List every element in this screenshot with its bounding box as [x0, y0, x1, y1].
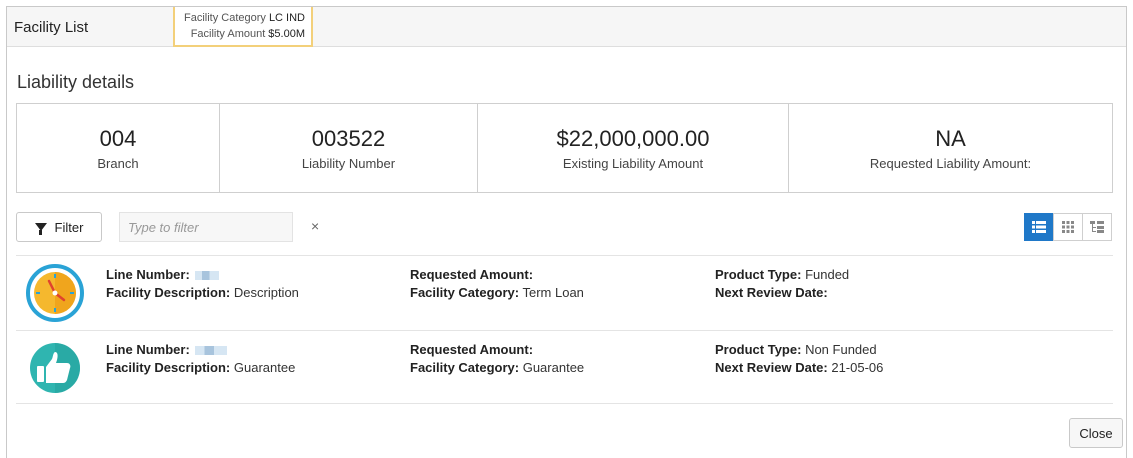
facility-description: Facility Description: Description: [106, 285, 299, 300]
summary-label: Branch: [97, 156, 139, 171]
facility-description-value: Description: [233, 285, 299, 300]
summary-label: Requested Liability Amount:: [869, 156, 1032, 171]
next-review-label: Next Review Date:: [715, 285, 828, 300]
line-number-label: Line Number:: [106, 267, 190, 282]
next-review-value: 21-05-06: [831, 360, 884, 375]
list-view-icon: [1032, 221, 1046, 233]
summary-value: NA: [935, 126, 966, 151]
clear-filter-icon[interactable]: ×: [311, 218, 319, 234]
facility-category-value: Guarantee: [522, 360, 585, 375]
view-toggle: [1024, 213, 1112, 241]
summary-requested-amount: NA Requested Liability Amount:: [789, 104, 1112, 192]
line-number-value-masked: [195, 346, 228, 356]
summary-label: Existing Liability Amount: [562, 156, 704, 171]
tooltip-category-row: Facility Category LC IND: [175, 10, 311, 26]
summary-value: 004: [99, 126, 137, 151]
filter-button[interactable]: Filter: [16, 212, 102, 242]
dialog-title: Facility List: [14, 19, 89, 36]
product-type: Product Type: Non Funded: [715, 342, 877, 357]
tooltip-category-label: Facility Category: [184, 12, 266, 24]
list-view-button[interactable]: [1024, 213, 1054, 241]
facility-list-dialog: Facility List Facility Category LC IND Fa…: [6, 6, 1127, 458]
facility-description-value: Guarantee: [233, 360, 296, 375]
summary-existing-amount: $22,000,000.00 Existing Liability Amount: [478, 104, 789, 192]
close-button[interactable]: Close: [1069, 418, 1123, 448]
line-number-label: Line Number:: [106, 342, 190, 357]
filter-input[interactable]: [119, 212, 293, 242]
requested-amount: Requested Amount:: [410, 267, 533, 282]
facility-row[interactable]: Line Number: Facility Description: Guara…: [16, 330, 1113, 404]
grid-view-icon: [1062, 221, 1074, 233]
dialog-header: Facility List Facility Category LC IND Fa…: [7, 7, 1126, 47]
facility-description: Facility Description: Guarantee: [106, 360, 295, 375]
facility-category-value: Term Loan: [522, 285, 584, 300]
facility-row[interactable]: Line Number: Facility Description: Descr…: [16, 255, 1113, 329]
facility-category-label: Facility Category:: [410, 360, 520, 375]
requested-amount-label: Requested Amount:: [410, 267, 534, 282]
next-review-label: Next Review Date:: [715, 360, 828, 375]
line-number: Line Number:: [106, 267, 220, 282]
tooltip-amount-value: $5.00M: [268, 28, 305, 40]
summary-label: Liability Number: [301, 156, 396, 171]
facility-tooltip: Facility Category LC IND Facility Amount $…: [173, 7, 313, 47]
facility-description-label: Facility Description:: [106, 285, 231, 300]
tooltip-amount-label: Facility Amount: [190, 28, 266, 40]
requested-amount: Requested Amount:: [410, 342, 533, 357]
tree-view-icon: [1090, 220, 1104, 233]
tree-view-button[interactable]: [1082, 213, 1112, 241]
facility-category-label: Facility Category:: [410, 285, 520, 300]
liability-summary: 004 Branch 003522 Liability Number $22,0…: [16, 103, 1113, 193]
summary-value: $22,000,000.00: [556, 126, 710, 151]
facility-description-label: Facility Description:: [106, 360, 231, 375]
line-number-value-masked: [195, 271, 220, 281]
product-type-label: Product Type:: [715, 267, 802, 282]
line-number: Line Number:: [106, 342, 228, 357]
clock-icon: [26, 264, 84, 322]
summary-liability-number: 003522 Liability Number: [220, 104, 478, 192]
filter-icon: [34, 223, 47, 235]
product-type-value: Funded: [805, 267, 850, 282]
facility-category: Facility Category: Guarantee: [410, 360, 584, 375]
thumbs-up-icon: [30, 343, 80, 393]
product-type-label: Product Type:: [715, 342, 802, 357]
next-review-date: Next Review Date:: [715, 285, 828, 300]
filter-button-label: Filter: [54, 219, 84, 235]
facility-category: Facility Category: Term Loan: [410, 285, 584, 300]
tooltip-category-value: LC IND: [268, 12, 305, 24]
summary-value: 003522: [311, 126, 386, 151]
section-title: Liability details: [17, 72, 135, 92]
requested-amount-label: Requested Amount:: [410, 342, 534, 357]
grid-view-button[interactable]: [1053, 213, 1083, 241]
product-type: Product Type: Funded: [715, 267, 849, 282]
product-type-value: Non Funded: [805, 342, 877, 357]
tooltip-amount-row: Facility Amount $5.00M: [175, 26, 311, 42]
summary-branch: 004 Branch: [17, 104, 220, 192]
next-review-date: Next Review Date: 21-05-06: [715, 360, 883, 375]
